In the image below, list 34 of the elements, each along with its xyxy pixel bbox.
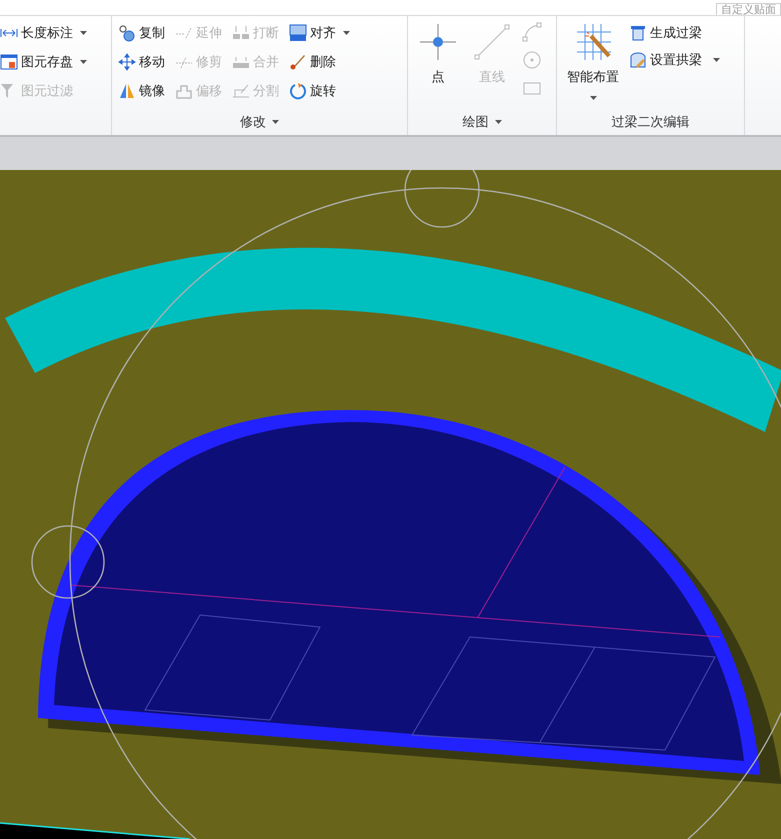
caret-icon: [713, 58, 720, 62]
group-label: 绘图: [462, 114, 488, 131]
line-segment-icon: [472, 22, 512, 62]
group-label: 修改: [240, 114, 266, 131]
brush-icon: [289, 52, 307, 70]
ribbon-button[interactable]: 移动: [118, 49, 165, 74]
beam-icon: [629, 24, 647, 42]
ribbon-button[interactable]: 复制: [118, 20, 165, 45]
ribbon-button[interactable]: 长度标注: [0, 20, 87, 45]
ribbon-button[interactable]: 旋转: [289, 78, 350, 103]
ribbon-button[interactable]: 镜像: [118, 78, 165, 103]
move-arrows-icon: [118, 52, 136, 70]
break-icon: [232, 24, 250, 42]
rotate-icon: [289, 82, 307, 100]
save-form-icon: [0, 52, 18, 70]
group-label: 过梁二次编辑: [612, 114, 690, 131]
caret-icon: [590, 96, 596, 100]
mirror-triangles-icon: [118, 82, 136, 100]
caret-icon: [494, 120, 502, 124]
ribbon-button[interactable]: 删除: [289, 49, 350, 74]
ribbon-button[interactable]: 对齐: [289, 20, 350, 45]
ribbon-large-button[interactable]: 点: [414, 20, 462, 109]
ribbon-button[interactable]: 设置拱梁: [629, 47, 720, 72]
align-icon: [289, 24, 307, 42]
ribbon-button[interactable]: 图元存盘: [0, 49, 87, 74]
caret-icon: [272, 120, 279, 124]
caret-icon: [80, 30, 87, 34]
ribbon-large-button[interactable]: 智能布置: [563, 20, 623, 109]
caret-icon: [343, 30, 350, 34]
caret-icon: [80, 60, 87, 64]
copy-circles-icon: [118, 24, 136, 42]
ribbon-button[interactable]: 生成过梁: [629, 20, 702, 45]
point-crosshair-icon: [418, 22, 458, 62]
arch-pencil-icon: [629, 50, 647, 68]
